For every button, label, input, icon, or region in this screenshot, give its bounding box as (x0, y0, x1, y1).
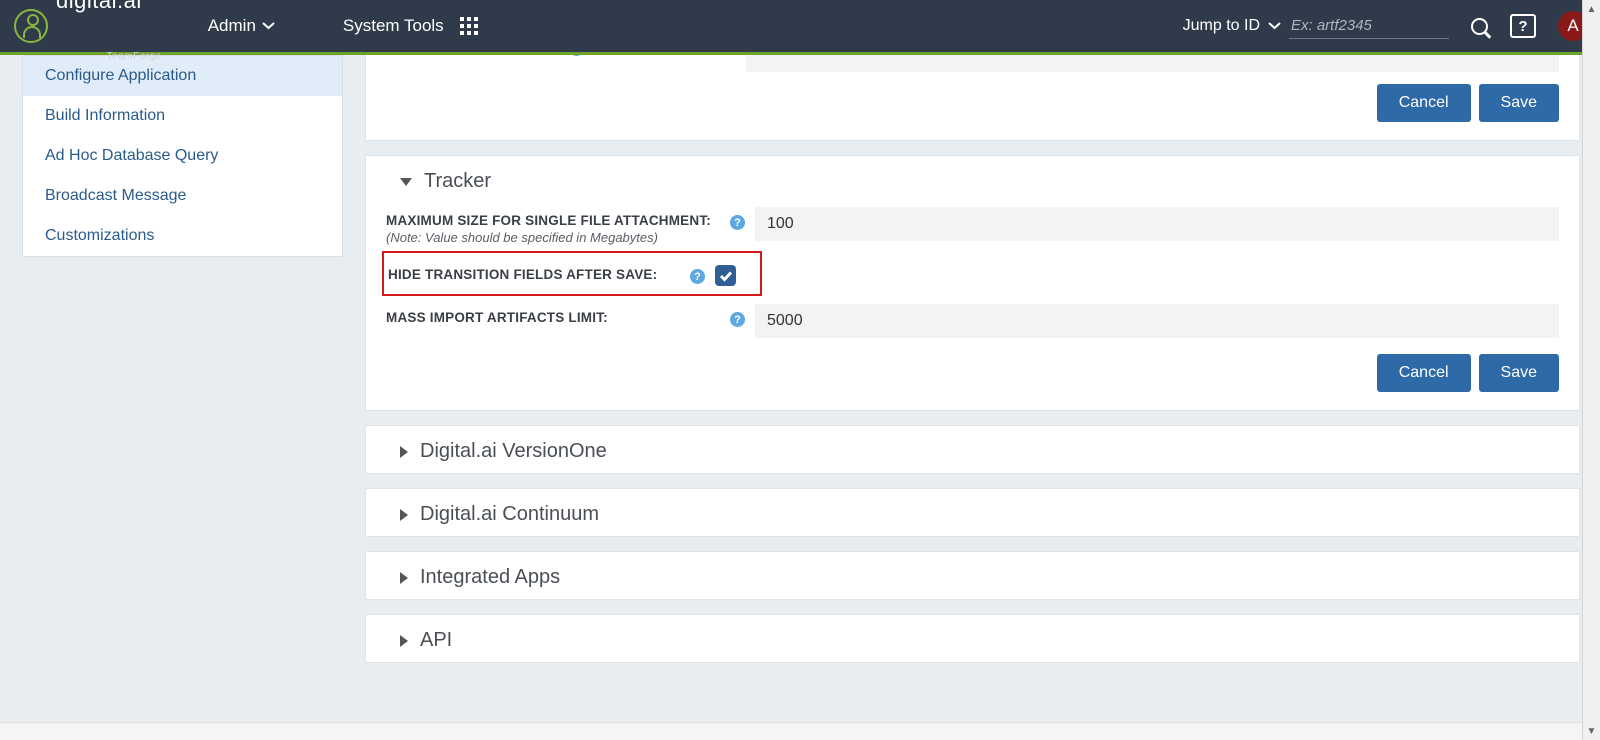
vertical-scrollbar[interactable]: ▲ ▼ (1582, 0, 1600, 740)
expand-icon (400, 572, 408, 584)
max-attachment-note: (Note: Value should be specified in Mega… (386, 230, 726, 245)
scroll-down-arrow[interactable]: ▼ (1583, 722, 1600, 740)
panel-cut-top: PROHIBITED FILE TYPES: ? Cancel Save (365, 55, 1580, 141)
panel-integrated-apps-title: Integrated Apps (420, 566, 560, 589)
sidebar-item-customizations[interactable]: Customizations (23, 216, 342, 256)
row-max-attachment-size: MAXIMUM SIZE FOR SINGLE FILE ATTACHMENT:… (366, 203, 1579, 249)
sidebar-item-ad-hoc-query[interactable]: Ad Hoc Database Query (23, 136, 342, 176)
panel-api: API (365, 614, 1580, 663)
row-mass-import-limit: MASS IMPORT ARTIFACTS LIMIT: ? (366, 300, 1579, 342)
panel-integrated-apps: Integrated Apps (365, 551, 1580, 600)
main-content: PROHIBITED FILE TYPES: ? Cancel Save Tra… (365, 55, 1600, 737)
sidebar-item-broadcast-message[interactable]: Broadcast Message (23, 176, 342, 216)
jump-input[interactable] (1289, 13, 1449, 39)
help-tooltip-icon[interactable]: ? (690, 269, 705, 284)
expand-icon (400, 509, 408, 521)
panel-tracker: Tracker MAXIMUM SIZE FOR SINGLE FILE ATT… (365, 155, 1580, 411)
panel-api-header[interactable]: API (366, 615, 1579, 662)
max-attachment-input[interactable] (755, 207, 1559, 241)
horizontal-scrollbar[interactable] (0, 722, 1582, 740)
search-button[interactable] (1471, 18, 1488, 35)
scrollbar-track[interactable] (1583, 18, 1600, 722)
panel-continuum-title: Digital.ai Continuum (420, 503, 599, 526)
system-tools-menu[interactable]: System Tools (333, 16, 488, 36)
avatar-initial: A (1567, 16, 1578, 36)
help-tooltip-icon[interactable]: ? (730, 215, 745, 230)
prohibited-file-types-input[interactable] (746, 55, 1559, 72)
top-navbar: digital.ai TeamForge Admin System Tools … (0, 0, 1600, 55)
help-button[interactable]: ? (1510, 14, 1536, 38)
prohibited-file-types-label: PROHIBITED FILE TYPES: (366, 55, 555, 60)
expand-icon (400, 635, 408, 647)
search-icon (1471, 18, 1488, 35)
sidebar-item-build-information[interactable]: Build Information (23, 96, 342, 136)
help-tooltip-icon[interactable]: ? (569, 55, 584, 56)
mass-import-input[interactable] (755, 304, 1559, 338)
admin-menu-label: Admin (208, 16, 256, 36)
cancel-button[interactable]: Cancel (1377, 84, 1471, 122)
panel-versionone-header[interactable]: Digital.ai VersionOne (366, 426, 1579, 473)
collapse-icon (400, 178, 412, 186)
help-icon: ? (1510, 14, 1536, 38)
chevron-down-icon[interactable] (1268, 22, 1281, 30)
row-hide-transition: HIDE TRANSITION FIELDS AFTER SAVE: ? (384, 257, 756, 290)
panel-versionone-title: Digital.ai VersionOne (420, 440, 607, 463)
panel-versionone: Digital.ai VersionOne (365, 425, 1580, 474)
highlighted-setting: HIDE TRANSITION FIELDS AFTER SAVE: ? (382, 251, 762, 296)
panel-integrated-apps-header[interactable]: Integrated Apps (366, 552, 1579, 599)
check-icon (719, 270, 733, 282)
cancel-button[interactable]: Cancel (1377, 354, 1471, 392)
save-button[interactable]: Save (1479, 84, 1559, 122)
sidebar: Configure Application Build Information … (0, 55, 365, 737)
brand-product: TeamForge (107, 52, 162, 62)
brand-logo-icon (14, 9, 48, 43)
system-tools-label: System Tools (343, 16, 444, 36)
brand-name: digital.ai (56, 0, 162, 52)
panel-continuum-header[interactable]: Digital.ai Continuum (366, 489, 1579, 536)
panel-tracker-title: Tracker (424, 170, 491, 193)
mass-import-label: MASS IMPORT ARTIFACTS LIMIT: (386, 310, 726, 325)
admin-menu[interactable]: Admin (198, 16, 285, 36)
help-tooltip-icon[interactable]: ? (730, 312, 745, 327)
chevron-down-icon (262, 22, 275, 30)
brand-logo[interactable]: digital.ai TeamForge (14, 0, 162, 62)
jump-label: Jump to ID (1183, 17, 1260, 35)
panel-api-title: API (420, 629, 452, 652)
max-attachment-label: MAXIMUM SIZE FOR SINGLE FILE ATTACHMENT: (386, 213, 726, 228)
scroll-up-arrow[interactable]: ▲ (1583, 0, 1600, 18)
sidebar-item-configure-application[interactable]: Configure Application (23, 56, 342, 96)
apps-grid-icon (460, 17, 478, 35)
hide-transition-label: HIDE TRANSITION FIELDS AFTER SAVE: (388, 267, 686, 282)
expand-icon (400, 446, 408, 458)
hide-transition-checkbox[interactable] (715, 265, 736, 286)
panel-continuum: Digital.ai Continuum (365, 488, 1580, 537)
panel-tracker-header[interactable]: Tracker (366, 156, 1579, 203)
save-button[interactable]: Save (1479, 354, 1559, 392)
jump-to-id: Jump to ID (1183, 13, 1449, 39)
